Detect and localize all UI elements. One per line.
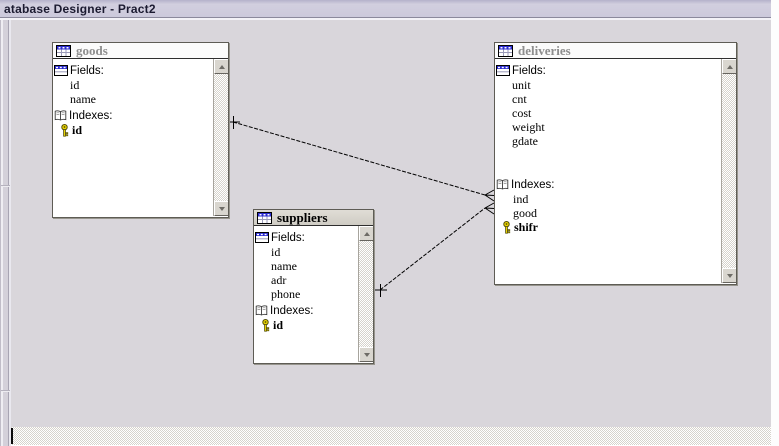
indexes-book-icon bbox=[54, 110, 67, 121]
h-scrollbar-mark bbox=[11, 428, 13, 444]
horizontal-scrollbar-track[interactable] bbox=[11, 427, 771, 445]
vertical-scrollbar[interactable] bbox=[358, 226, 373, 362]
window-titlebar[interactable]: atabase Designer - Pract2 bbox=[0, 0, 771, 18]
indexes-label: Indexes: bbox=[511, 179, 554, 191]
fields-label: Fields: bbox=[271, 232, 305, 244]
indexes-list: id bbox=[254, 318, 357, 332]
table-titlebar[interactable]: deliveries bbox=[495, 43, 736, 59]
table-titlebar[interactable]: suppliers bbox=[254, 210, 373, 226]
down-arrow-icon bbox=[364, 353, 370, 357]
edge-divider bbox=[1, 390, 10, 392]
fields-list: idnameadrphone bbox=[254, 245, 357, 301]
indexes-label: Indexes: bbox=[69, 110, 112, 122]
table-title-label: goods bbox=[76, 43, 108, 59]
field-row[interactable]: adr bbox=[254, 273, 357, 287]
scroll-up-button[interactable] bbox=[214, 59, 228, 74]
table-title-label: deliveries bbox=[518, 43, 571, 59]
table-icon bbox=[257, 212, 272, 224]
key-icon bbox=[261, 319, 270, 332]
field-row[interactable]: weight bbox=[495, 120, 720, 134]
fields-list: idname bbox=[53, 78, 212, 106]
indexes-section-header: Indexes: bbox=[495, 177, 720, 192]
right-window-edge bbox=[771, 0, 779, 446]
table-title-label: suppliers bbox=[277, 210, 328, 226]
table-body: Fields: unitcntcostweightgdate Indexes: … bbox=[495, 59, 736, 283]
field-row[interactable]: cnt bbox=[495, 92, 720, 106]
field-row[interactable]: id bbox=[53, 78, 212, 92]
key-icon bbox=[502, 221, 511, 234]
fields-section-header: Fields: bbox=[53, 63, 212, 78]
key-icon bbox=[502, 221, 511, 234]
table-body: Fields: idnameadrphone Indexes: id bbox=[254, 226, 373, 362]
field-row[interactable]: gdate bbox=[495, 134, 720, 148]
up-arrow-icon bbox=[219, 65, 225, 69]
scroll-down-button[interactable] bbox=[359, 347, 373, 362]
fields-list: unitcntcostweightgdate bbox=[495, 78, 720, 148]
window-title: atabase Designer - Pract2 bbox=[0, 2, 156, 16]
designer-canvas[interactable]: goods Fields: idname bbox=[11, 20, 771, 427]
scroll-up-button[interactable] bbox=[359, 226, 373, 241]
indexes-list: id bbox=[53, 123, 212, 137]
fields-label: Fields: bbox=[70, 65, 104, 77]
indexes-book-icon bbox=[255, 305, 268, 316]
edge-divider bbox=[1, 185, 10, 187]
scroll-down-button[interactable] bbox=[214, 201, 228, 216]
table-window-deliveries[interactable]: deliveries Fields: unitcntcostweightgdat… bbox=[494, 42, 737, 285]
index-row[interactable]: shifr bbox=[495, 220, 720, 234]
field-row[interactable]: phone bbox=[254, 287, 357, 301]
field-row[interactable]: name bbox=[53, 92, 212, 106]
fields-label: Fields: bbox=[512, 65, 546, 77]
down-arrow-icon bbox=[727, 274, 733, 278]
fields-section-header: Fields: bbox=[254, 230, 357, 245]
scroll-down-button[interactable] bbox=[722, 268, 736, 283]
index-row[interactable]: id bbox=[53, 123, 212, 137]
table-window-suppliers[interactable]: suppliers Fields: idnameadrphone bbox=[253, 209, 374, 364]
down-arrow-icon bbox=[219, 207, 225, 211]
key-icon bbox=[60, 124, 69, 137]
indexes-section-header: Indexes: bbox=[53, 108, 212, 123]
index-row[interactable]: good bbox=[495, 206, 720, 220]
fields-icon bbox=[54, 65, 68, 76]
indexes-section-header: Indexes: bbox=[254, 303, 357, 318]
field-row[interactable]: id bbox=[254, 245, 357, 259]
vertical-scrollbar[interactable] bbox=[213, 59, 228, 216]
up-arrow-icon bbox=[364, 232, 370, 236]
field-row[interactable]: name bbox=[254, 259, 357, 273]
vertical-scrollbar[interactable] bbox=[721, 59, 736, 283]
scroll-up-button[interactable] bbox=[722, 59, 736, 74]
relationship-suppliers-deliveries[interactable] bbox=[374, 203, 494, 297]
index-row[interactable]: ind bbox=[495, 192, 720, 206]
field-row[interactable]: cost bbox=[495, 106, 720, 120]
index-row[interactable]: id bbox=[254, 318, 357, 332]
database-designer-window: atabase Designer - Pract2 bbox=[0, 0, 779, 446]
fields-icon bbox=[496, 65, 510, 76]
up-arrow-icon bbox=[727, 65, 733, 69]
table-titlebar[interactable]: goods bbox=[53, 43, 228, 59]
key-icon bbox=[261, 319, 270, 332]
relationship-goods-deliveries[interactable] bbox=[227, 116, 494, 201]
left-window-edge bbox=[0, 20, 11, 446]
fields-section-header: Fields: bbox=[495, 63, 720, 78]
table-icon bbox=[498, 45, 513, 57]
indexes-book-icon bbox=[496, 179, 509, 190]
key-icon bbox=[60, 124, 69, 137]
table-window-goods[interactable]: goods Fields: idname bbox=[52, 42, 229, 218]
field-row[interactable]: unit bbox=[495, 78, 720, 92]
fields-icon bbox=[255, 232, 269, 243]
indexes-list: indgoodshifr bbox=[495, 192, 720, 234]
indexes-label: Indexes: bbox=[270, 305, 313, 317]
table-icon bbox=[56, 45, 71, 57]
table-body: Fields: idname Indexes: id bbox=[53, 59, 228, 216]
